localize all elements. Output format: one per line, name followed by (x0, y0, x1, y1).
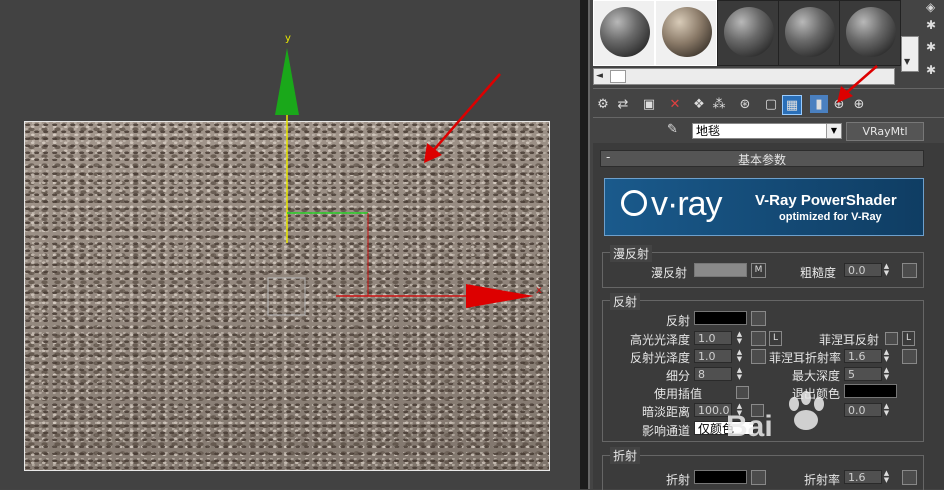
put-to-scene-icon[interactable]: ⇄ (614, 95, 632, 113)
slots-vscroll[interactable] (901, 36, 919, 72)
show-in-viewport-icon[interactable]: ▢ (762, 95, 780, 113)
ior-field[interactable]: 1.6 (844, 470, 882, 484)
roughness-label: 粗糙度 (800, 266, 837, 280)
refract-map-button[interactable] (751, 470, 766, 485)
refl-gloss-map-button[interactable] (751, 349, 766, 364)
subdivs-label: 细分 (666, 369, 691, 383)
fresnel-ior-map-button[interactable] (902, 349, 917, 364)
ior-label: 折射率 (804, 473, 841, 487)
annotation-arrow-line (431, 73, 501, 153)
x-axis-arrow (466, 284, 534, 308)
reflect-map-button[interactable] (751, 311, 766, 326)
refraction-group-label: 折射 (610, 447, 641, 464)
banner-subtitle: optimized for V-Ray (779, 211, 882, 223)
ior-map-button[interactable] (902, 470, 917, 485)
material-name-field[interactable]: 地毯 ▼ (692, 123, 842, 139)
y-axis-label: y (285, 33, 291, 44)
x-axis-label: x (536, 285, 542, 296)
reflect-label: 反射 (666, 314, 691, 328)
affect-channels-label: 影响通道 (642, 424, 691, 438)
get-material-icon[interactable]: ⚙ (594, 95, 612, 113)
material-slot-5[interactable] (839, 0, 901, 66)
material-slot-1[interactable] (593, 0, 655, 66)
material-slot-3[interactable] (717, 0, 779, 66)
vray-logo-text: v·ray (651, 185, 723, 223)
hscroll-thumb[interactable] (610, 70, 626, 83)
hilight-gloss-spinner[interactable]: ▲ ▼ (735, 331, 744, 345)
checker-icon[interactable]: ▦ (782, 95, 802, 115)
max-depth-label: 最大深度 (792, 369, 841, 383)
viewport[interactable]: y x (0, 0, 580, 489)
assign-material-icon[interactable]: ▣ (640, 95, 658, 113)
hilight-gloss-label: 高光光泽度 (630, 333, 691, 347)
backlight-icon[interactable]: ✱ (926, 40, 936, 54)
background-icon[interactable]: ◈ (926, 0, 935, 14)
material-id-icon[interactable]: ⊛ (736, 95, 754, 113)
hilight-gloss-map-button[interactable] (751, 331, 766, 346)
banner-product: V-Ray PowerShader (755, 192, 897, 209)
y-axis-arrow (275, 48, 299, 115)
ior-spinner[interactable]: ▲ ▼ (882, 470, 891, 484)
diffuse-label: 漫反射 (651, 266, 688, 280)
fresnel-ior-field[interactable]: 1.6 (844, 349, 882, 363)
refract-label: 折射 (666, 473, 691, 487)
refract-color-swatch[interactable] (694, 470, 747, 484)
max-depth-spinner[interactable]: ▲ ▼ (882, 367, 891, 381)
material-slot-4[interactable] (778, 0, 840, 66)
transform-gizmo[interactable] (0, 0, 580, 489)
subdivs-spinner[interactable]: ▲ ▼ (735, 367, 744, 381)
annotation-arrow-2 (837, 65, 878, 103)
fresnel-ior-spinner[interactable]: ▲ ▼ (882, 349, 891, 363)
diffuse-map-button[interactable]: M (751, 263, 766, 278)
refl-gloss-label: 反射光泽度 (630, 351, 691, 365)
dim-falloff-spinner[interactable]: ▲ ▼ (882, 403, 891, 417)
use-interp-label: 使用插值 (654, 387, 703, 401)
make-unique-icon[interactable]: ❖ (690, 95, 708, 113)
refl-gloss-spinner[interactable]: ▲ ▼ (735, 349, 744, 363)
reflection-group-label: 反射 (610, 293, 641, 310)
panel-divider (580, 0, 588, 489)
scroll-down-icon[interactable]: ▼ (904, 57, 910, 66)
rollout-title: 基本参数 (738, 153, 787, 167)
scroll-left-icon[interactable]: ◄ (596, 69, 603, 84)
vray-logo-icon (621, 190, 647, 216)
fresnel-label: 菲涅耳反射 (819, 333, 880, 347)
material-editor-panel: ▼ ◈ ✱ ✱ ✱ ◄ ⚙ ⇄ ▣ ✕ ❖ ⁂ ⊛ ▢ ▦ ▮ ⊕ ⊕ ✎ 地毯… (580, 0, 944, 490)
put-to-library-icon[interactable]: ⁂ (710, 95, 728, 113)
rollout-collapse-icon[interactable]: - (606, 150, 610, 164)
hilight-lock-button[interactable]: L (769, 331, 782, 346)
exit-color-swatch[interactable] (844, 384, 897, 398)
pick-material-icon[interactable]: ✎ (667, 122, 678, 137)
material-slot-2[interactable] (655, 0, 717, 66)
vray-banner: v·ray V-Ray PowerShader optimized for V-… (604, 178, 924, 236)
baidu-watermark: Bai (726, 391, 824, 440)
hilight-gloss-field[interactable]: 1.0 (694, 331, 732, 345)
rollout-header[interactable]: - 基本参数 (600, 150, 924, 167)
max-depth-field[interactable]: 5 (844, 367, 882, 381)
reflect-color-swatch[interactable] (694, 311, 747, 325)
fresnel-lock-button[interactable]: L (902, 331, 915, 346)
dim-falloff-field[interactable]: 0.0 (844, 403, 882, 417)
diffuse-color-swatch[interactable] (694, 263, 747, 277)
roughness-field[interactable]: 0.0 (844, 263, 882, 277)
material-type-button[interactable]: VRayMtl (846, 122, 924, 141)
refl-gloss-field[interactable]: 1.0 (694, 349, 732, 363)
svg-text:Bai: Bai (726, 410, 773, 440)
gizmo-center-box (267, 277, 306, 316)
chevron-down-icon[interactable]: ▼ (826, 124, 841, 138)
fresnel-checkbox[interactable] (885, 332, 898, 345)
material-name-text: 地毯 (696, 124, 721, 138)
sample-type-icon[interactable]: ✱ (926, 18, 936, 32)
delete-icon[interactable]: ✕ (666, 95, 684, 113)
diffuse-group-label: 漫反射 (610, 245, 653, 262)
options-icon[interactable]: ✱ (926, 63, 936, 77)
roughness-map-button[interactable] (902, 263, 917, 278)
annotation-arrow-head (424, 143, 442, 163)
subdivs-field[interactable]: 8 (694, 367, 732, 381)
roughness-spinner[interactable]: ▲ ▼ (882, 263, 891, 277)
dim-distance-label: 暗淡距离 (642, 405, 691, 419)
fresnel-ior-label: 菲涅耳折射率 (769, 351, 842, 365)
